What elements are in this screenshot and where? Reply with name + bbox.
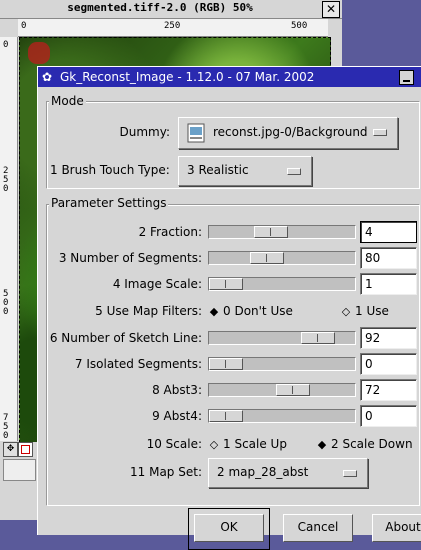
scale-down-radio[interactable]: ◆ 2 Scale Down [316, 437, 413, 451]
abst4-label: 9 Abst4: [152, 409, 202, 423]
radio-selected-icon: ◆ [317, 438, 327, 451]
slider-thumb[interactable] [301, 332, 335, 344]
radio-label: 1 Scale Up [223, 437, 287, 451]
slider-thumb[interactable] [209, 410, 243, 422]
mode-frame-label: Mode [49, 94, 86, 108]
cancel-button[interactable]: Cancel [283, 514, 353, 542]
radio-selected-icon: ◆ [209, 305, 219, 318]
dropdown-indicator-icon [373, 129, 387, 136]
reconst-dialog: ✿ Gk_Reconst_Image - 1.12.0 - 07 Mar. 20… [37, 66, 421, 550]
isolated-segments-value: 0 [365, 357, 373, 371]
image-window-title: segmented.tiff-2.0 (RGB) 50% [67, 1, 253, 14]
close-icon[interactable]: ✕ [322, 1, 340, 18]
ruler-tick: 500 [291, 21, 308, 31]
image-scale-input[interactable]: 1 [360, 273, 417, 295]
brush-type-value: 3 Realistic [187, 163, 249, 177]
abst3-value: 72 [365, 383, 381, 397]
map-filters-label: 5 Use Map Filters: [95, 304, 202, 318]
dummy-dropdown-value: reconst.jpg-0/Background [213, 125, 368, 139]
about-button[interactable]: About [372, 514, 421, 542]
sketch-line-label: 6 Number of Sketch Line: [49, 331, 202, 345]
fraction-input[interactable]: 4 [360, 221, 417, 243]
abst4-value: 0 [365, 409, 373, 423]
fraction-label: 2 Fraction: [138, 225, 202, 239]
dummy-label: Dummy: [119, 125, 171, 139]
radio-unselected-icon: ◇ [341, 305, 351, 318]
dummy-dropdown[interactable]: reconst.jpg-0/Background [178, 117, 398, 149]
ruler-tick: 750 [3, 413, 9, 441]
map-filters-use-radio[interactable]: ◇ 1 Use [340, 304, 389, 318]
map-filters-dont-use-radio[interactable]: ◆ 0 Don't Use [208, 304, 293, 318]
map-set-value: 2 map_28_abst [217, 465, 309, 479]
image-window-titlebar[interactable]: segmented.tiff-2.0 (RGB) 50% ✕ [0, 0, 342, 19]
slider-thumb[interactable] [209, 358, 243, 370]
slider-thumb[interactable] [254, 226, 288, 238]
sketch-line-value: 92 [365, 331, 381, 345]
ruler-tick: 0 [21, 21, 27, 31]
sketch-line-input[interactable]: 92 [360, 327, 417, 349]
fraction-slider[interactable] [208, 225, 356, 239]
navigate-icon[interactable]: ✥ [3, 442, 18, 457]
fraction-value: 4 [365, 225, 373, 239]
sketch-line-slider[interactable] [208, 331, 356, 345]
map-set-dropdown[interactable]: 2 map_28_abst [208, 458, 368, 488]
ruler-tick: 0 [3, 40, 9, 50]
dialog-title: Gk_Reconst_Image - 1.12.0 - 07 Mar. 2002 [60, 70, 315, 84]
slider-thumb[interactable] [209, 278, 243, 290]
radio-unselected-icon: ◇ [209, 438, 219, 451]
ruler-tick: 250 [3, 166, 9, 194]
dialog-titlebar[interactable]: ✿ Gk_Reconst_Image - 1.12.0 - 07 Mar. 20… [38, 67, 421, 87]
slider-thumb[interactable] [276, 384, 310, 396]
segments-input[interactable]: 80 [360, 247, 417, 269]
horizontal-ruler[interactable]: 0 250 500 [18, 19, 328, 37]
dropdown-indicator-icon [343, 470, 357, 477]
map-set-label: 11 Map Set: [130, 465, 202, 479]
segments-label: 3 Number of Segments: [58, 251, 202, 265]
image-scale-slider[interactable] [208, 277, 356, 291]
status-area [3, 459, 36, 481]
abst3-label: 8 Abst3: [152, 383, 202, 397]
ok-button[interactable]: OK [194, 514, 264, 542]
radio-label: 2 Scale Down [331, 437, 413, 451]
vertical-ruler[interactable]: 0 250 500 750 [0, 37, 18, 441]
radio-label: 1 Use [355, 304, 389, 318]
abst4-slider[interactable] [208, 409, 356, 423]
segments-value: 80 [365, 251, 381, 265]
scale-up-radio[interactable]: ◇ 1 Scale Up [208, 437, 287, 451]
dropdown-indicator-icon [287, 168, 301, 175]
abst3-slider[interactable] [208, 383, 356, 397]
brush-type-label: 1 Brush Touch Type: [50, 163, 170, 177]
slider-thumb[interactable] [250, 252, 284, 264]
ruler-tick: 500 [3, 289, 9, 317]
scale-label: 10 Scale: [146, 437, 202, 451]
image-scale-label: 4 Image Scale: [112, 277, 202, 291]
image-scale-value: 1 [365, 277, 373, 291]
abst4-input[interactable]: 0 [360, 405, 417, 427]
image-file-icon [187, 123, 205, 143]
quick-mask-icon[interactable] [18, 442, 33, 457]
ruler-tick: 250 [164, 21, 181, 31]
app-icon: ✿ [42, 70, 53, 84]
isolated-segments-slider[interactable] [208, 357, 356, 371]
minimize-icon[interactable] [399, 70, 414, 85]
brush-type-dropdown[interactable]: 3 Realistic [178, 156, 312, 186]
radio-label: 0 Don't Use [223, 304, 293, 318]
abst3-input[interactable]: 72 [360, 379, 417, 401]
isolated-segments-label: 7 Isolated Segments: [74, 357, 202, 371]
segments-slider[interactable] [208, 251, 356, 265]
parameter-frame-label: Parameter Settings [49, 196, 169, 210]
canvas-detail [28, 42, 50, 64]
isolated-segments-input[interactable]: 0 [360, 353, 417, 375]
